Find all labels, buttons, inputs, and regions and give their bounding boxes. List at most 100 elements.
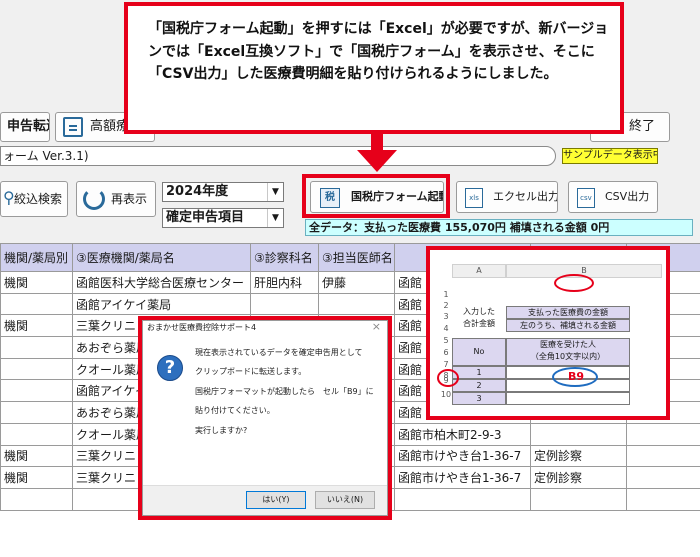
column-b-marker (554, 274, 594, 292)
b9-cell-label: B9 (567, 370, 585, 383)
table-cell (0, 336, 73, 359)
sample-data-badge-label: サンプルデータ表示中 (563, 150, 658, 161)
dialog-footer: はい(Y) いいえ(N) (143, 485, 387, 515)
refresh-icon (83, 188, 105, 210)
column-header[interactable]: ③診察科名 (250, 243, 319, 272)
table-cell (530, 487, 627, 511)
exit-label: 終了 (628, 119, 655, 134)
entered-total-caption: 入力した 合計金額 (452, 306, 506, 332)
excel-export-label: エクセル出力 (493, 190, 558, 203)
declaration-item-value: 確定申告項目 (166, 210, 245, 225)
question-icon: ? (157, 355, 183, 381)
entered-total-line: 入力した (463, 307, 495, 316)
table-cell: 伊藤 (318, 271, 395, 294)
explanation-text: 「国税庁フォーム起動」を押すには「Excel」が必要ですが、新バージョンでは「E… (148, 21, 609, 82)
table-cell (0, 357, 73, 381)
totals-summary-text: 全データ：支払った医療費 155,070円 補填される金額 0円 (309, 221, 610, 234)
table-cell (394, 487, 531, 511)
column-header-a: A (452, 264, 506, 278)
row-number: 1 (443, 290, 449, 299)
filter-search-label: 絞込検索 (13, 192, 62, 206)
table-cell: 機関 (0, 466, 73, 489)
patient-header: 医療を受けた人 （全角10文字以内） (506, 338, 630, 366)
row-number: 4 (443, 324, 449, 333)
table-cell (318, 292, 395, 316)
csv-export-label: CSV出力 (605, 190, 650, 203)
table-cell: 機関 (0, 314, 73, 338)
window-title-bar: ォーム Ver.3.1) (0, 146, 556, 166)
declaration-transfer-button[interactable]: 申告転送 (0, 112, 50, 142)
row-9-marker (437, 369, 459, 387)
table-cell (0, 422, 73, 446)
nta-form-highlight-frame (302, 174, 450, 218)
row-number: 10 (440, 390, 452, 399)
redisplay-label: 再表示 (110, 192, 147, 206)
table-cell: 機関 (0, 271, 73, 294)
number-header: No (452, 338, 506, 366)
table-cell: 函館市柏木町2-9-3 (394, 422, 531, 446)
patient-header-line: （全角10文字以内） (530, 352, 606, 361)
table-cell: 肝胆内科 (250, 271, 319, 294)
spreadsheet-inset: A B 1 2 3 4 5 6 7 8 9 10 入力した 合計金額 支払った医… (430, 250, 666, 416)
table-cell (0, 401, 73, 424)
window-title: ォーム Ver.3.1) (3, 149, 89, 163)
excel-export-button[interactable]: xls エクセル出力 (456, 181, 558, 213)
column-header[interactable]: 機関/薬局別 (0, 243, 73, 272)
redisplay-button[interactable]: 再表示 (76, 181, 156, 217)
dialog-message-line: クリップボードに転送します。 (195, 367, 307, 377)
xls-file-icon: xls (465, 188, 483, 208)
yes-button[interactable]: はい(Y) (246, 491, 306, 509)
chevron-down-icon: ▼ (267, 209, 283, 227)
column-header[interactable]: ③担当医師名 (318, 243, 395, 272)
arrow-down-icon (357, 150, 397, 172)
chevron-down-icon: ▼ (267, 183, 283, 201)
clipboard-icon (63, 117, 83, 137)
fiscal-year-value: 2024年度 (166, 184, 229, 199)
table-cell (626, 422, 700, 446)
dialog-message-line: 貼り付けてください。 (195, 406, 275, 416)
table-cell: 機関 (0, 444, 73, 468)
table-cell: 函館市けやき台1-36-7 (394, 444, 531, 468)
table-cell (626, 444, 700, 468)
table-cell (626, 466, 700, 489)
sample-data-badge: サンプルデータ表示中 (562, 148, 658, 164)
paid-amount-header: 支払った医療費の金額 (506, 306, 630, 319)
table-cell: 函館医科大学総合医療センター (72, 271, 251, 294)
pointer-arrow-shaft (371, 134, 383, 150)
table-cell: 函館市けやき台1-36-7 (394, 466, 531, 489)
table-cell: 函館アイケイ薬局 (72, 292, 251, 316)
patient-header-line: 医療を受けた人 (540, 340, 596, 349)
dialog-message-line: 現在表示されているデータを確定申告用として (195, 348, 363, 357)
no-button[interactable]: いいえ(N) (315, 491, 375, 509)
table-cell (0, 379, 73, 403)
row-number: 3 (443, 312, 449, 321)
explanation-callout: 「国税庁フォーム起動」を押すには「Excel」が必要ですが、新バージョンでは「E… (124, 2, 624, 134)
row-number: 2 (443, 301, 449, 310)
number-cell: 1 (452, 366, 506, 379)
csv-file-icon: csv (577, 188, 595, 208)
spreadsheet-cell[interactable] (506, 392, 630, 405)
declaration-item-select[interactable]: 確定申告項目 ▼ (162, 208, 284, 228)
close-icon[interactable]: × (372, 321, 381, 333)
declaration-transfer-label: 申告転送 (7, 119, 49, 134)
entered-total-line: 合計金額 (463, 319, 495, 328)
dialog-message-line: 実行しますか? (195, 425, 248, 435)
dialog-message-line: 国税庁フォーマットが起動したら セル「B9」に (195, 386, 374, 396)
table-cell (0, 487, 73, 511)
filter-search-button[interactable]: ⚲ 絞込検索 (0, 181, 68, 217)
number-cell: 3 (452, 392, 506, 405)
dialog-message: 現在表示されているデータを確定申告用として クリップボードに転送します。 国税庁… (195, 343, 385, 440)
table-cell: 定例診察 (530, 466, 627, 489)
row-number: 5 (443, 336, 449, 345)
column-header[interactable]: ③医療機関/薬局名 (72, 243, 251, 272)
confirm-dialog: おまかせ医療費控除サポート4 × ? 現在表示されているデータを確定申告用として… (142, 320, 388, 516)
reimbursed-amount-header: 左のうち、補填される金額 (506, 319, 630, 332)
table-cell (250, 292, 319, 316)
fiscal-year-select[interactable]: 2024年度 ▼ (162, 182, 284, 202)
totals-summary: 全データ：支払った医療費 155,070円 補填される金額 0円 (305, 219, 693, 236)
csv-export-button[interactable]: csv CSV出力 (568, 181, 658, 213)
table-cell (626, 487, 700, 511)
number-cell: 2 (452, 379, 506, 392)
table-cell: 定例診察 (530, 444, 627, 468)
magnifier-icon: ⚲ (3, 188, 15, 207)
